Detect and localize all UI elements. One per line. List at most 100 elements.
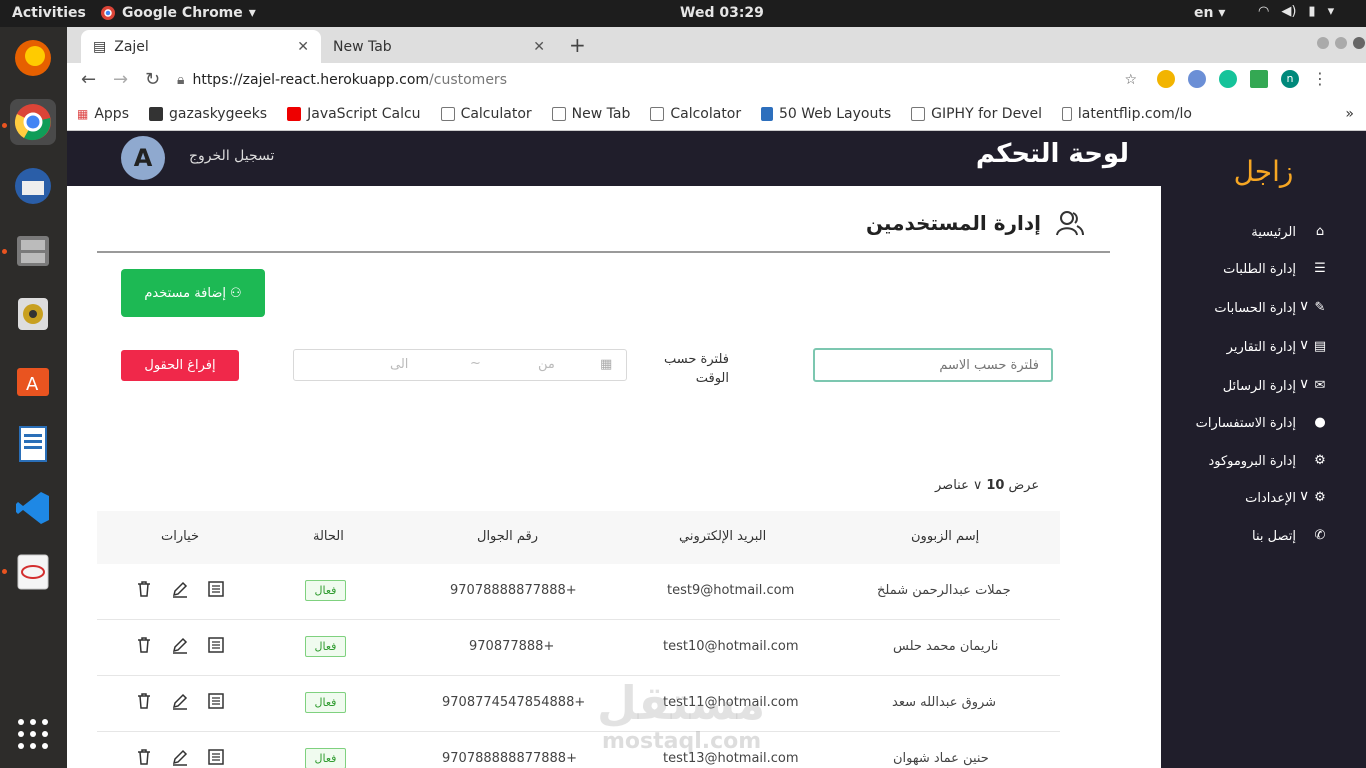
- close-icon[interactable]: ✕: [533, 39, 545, 55]
- sidebar-item-settings[interactable]: ∨ الإعدادات ⚙: [1161, 488, 1366, 512]
- bookmark-item[interactable]: JavaScript Calcu: [277, 106, 430, 122]
- bookmark-label: JavaScript Calcu: [307, 105, 421, 122]
- pdf-viewer-icon[interactable]: [10, 549, 56, 595]
- column-header-email[interactable]: البريد الإلكتروني: [679, 529, 766, 544]
- chevron-down-icon: ∨: [972, 478, 983, 493]
- address-bar[interactable]: 🔒︎ https://zajel-react.herokuapp.com/cus…: [177, 67, 1137, 93]
- mail-icon: ✉: [1314, 378, 1326, 393]
- forward-arrow-icon[interactable]: →: [113, 69, 128, 90]
- sidebar-item-reports[interactable]: ∨ إدارة التقارير ▤: [1161, 337, 1366, 361]
- bookmark-label: Calcolator: [670, 105, 742, 122]
- brand-logo[interactable]: زاجل: [1161, 155, 1366, 188]
- show-apps-icon[interactable]: [10, 711, 56, 757]
- customer-name: حنين عماد شهوان: [893, 751, 989, 766]
- activities-button[interactable]: Activities: [12, 5, 86, 21]
- bookmark-item[interactable]: Calcolator: [640, 106, 751, 122]
- bookmark-item[interactable]: GIPHY for Devel: [901, 106, 1052, 122]
- delete-icon[interactable]: [135, 636, 153, 654]
- customers-table: إسم الزبوون البريد الإلكتروني رقم الجوال…: [97, 511, 1060, 768]
- star-icon[interactable]: ☆: [1124, 72, 1137, 88]
- more-bookmarks-icon[interactable]: »: [1345, 106, 1354, 122]
- date-range-picker[interactable]: الى ~ من ▦: [293, 349, 627, 381]
- bookmark-item[interactable]: 50 Web Layouts: [751, 106, 901, 122]
- bookmark-apps[interactable]: ▦ Apps: [67, 106, 139, 122]
- launcher-dock: A: [0, 27, 67, 768]
- minimize-button[interactable]: [1317, 37, 1329, 49]
- details-icon[interactable]: [207, 748, 225, 766]
- tab-new-tab[interactable]: New Tab ✕: [321, 30, 557, 63]
- delete-icon[interactable]: [135, 748, 153, 766]
- sidebar-item-messages[interactable]: ∨ إدارة الرسائل ✉: [1161, 376, 1366, 400]
- name-filter-input[interactable]: [813, 348, 1053, 382]
- page-size-selector[interactable]: عرض 10 ∨ عناصر: [935, 478, 1039, 493]
- delete-icon[interactable]: [135, 692, 153, 710]
- customer-phone: 970877888+: [469, 639, 555, 654]
- profile-avatar[interactable]: n: [1281, 70, 1299, 88]
- bookmark-item[interactable]: gazaskygeeks: [139, 106, 277, 122]
- logout-link[interactable]: تسجيل الخروج: [189, 148, 274, 164]
- gear-icon: ⚙: [1314, 453, 1326, 468]
- date-to-placeholder: الى: [390, 357, 409, 372]
- language-indicator[interactable]: en ▾: [1194, 5, 1225, 21]
- sheets-icon[interactable]: [1250, 70, 1268, 88]
- sidebar-item-promocode[interactable]: إدارة البروموكود ⚙: [1161, 451, 1366, 475]
- status-badge: فعال: [305, 580, 346, 601]
- thunderbird-icon[interactable]: [10, 163, 56, 209]
- delete-icon[interactable]: [135, 580, 153, 598]
- close-window-button[interactable]: [1353, 37, 1365, 49]
- software-center-icon[interactable]: A: [10, 357, 56, 403]
- add-user-button[interactable]: إضافة مستخدم ⚇: [121, 269, 265, 317]
- back-arrow-icon[interactable]: ←: [81, 69, 96, 90]
- new-tab-button[interactable]: +: [569, 33, 586, 57]
- reload-icon[interactable]: ↻: [145, 69, 160, 90]
- bookmark-item[interactable]: Calculator: [431, 106, 542, 122]
- column-header-phone[interactable]: رقم الجوال: [477, 529, 538, 544]
- details-icon[interactable]: [207, 692, 225, 710]
- details-icon[interactable]: [207, 636, 225, 654]
- sidebar-item-contact[interactable]: إتصل بنا ✆: [1161, 526, 1366, 550]
- edit-icon[interactable]: [171, 748, 189, 766]
- extension-icon[interactable]: [1157, 70, 1175, 88]
- apps-grid-icon: ▦: [77, 106, 89, 121]
- column-header-name[interactable]: إسم الزبوون: [911, 529, 979, 544]
- tab-zajel[interactable]: ▤ Zajel ✕: [81, 30, 321, 63]
- libreoffice-writer-icon[interactable]: [10, 421, 56, 467]
- maximize-button[interactable]: [1335, 37, 1347, 49]
- sidebar-item-orders[interactable]: إدارة الطلبات ☰: [1161, 259, 1366, 283]
- bookmarks-bar: ▦ Apps gazaskygeeks JavaScript Calcu Calc…: [67, 97, 1366, 131]
- chevron-down-icon: ∨: [1299, 488, 1310, 504]
- wifi-icon: ◠: [1258, 4, 1270, 19]
- extension-icon[interactable]: [1188, 70, 1206, 88]
- sidebar-item-home[interactable]: الرئيسية ⌂: [1161, 222, 1366, 246]
- clear-fields-button[interactable]: إفراغ الحقول: [121, 350, 239, 381]
- bookmark-item[interactable]: latentflip.com/lo: [1052, 106, 1202, 122]
- chevron-down-icon: ▾: [248, 5, 256, 21]
- rhythmbox-icon[interactable]: [10, 291, 56, 337]
- sidebar-item-accounts[interactable]: ∨ إدارة الحسابات ✎: [1161, 298, 1366, 322]
- edit-icon[interactable]: [171, 580, 189, 598]
- sidebar-item-label: إدارة الاستفسارات: [1195, 416, 1296, 431]
- table-row: شروق عبدالله سعد test11@hotmail.com 9708…: [97, 676, 1060, 732]
- table-row: جملات عبدالرحمن شملخ test9@hotmail.com 9…: [97, 564, 1060, 620]
- wrench-icon: ✎: [1314, 300, 1326, 315]
- edit-icon[interactable]: [171, 692, 189, 710]
- system-tray[interactable]: ◠ ◀) ▮ ▾: [1258, 4, 1334, 19]
- close-icon[interactable]: ✕: [297, 39, 309, 55]
- grammarly-icon[interactable]: [1219, 70, 1237, 88]
- avatar[interactable]: A: [121, 136, 165, 180]
- edit-icon[interactable]: [171, 636, 189, 654]
- clock[interactable]: Wed 03:29: [680, 5, 764, 21]
- vscode-icon[interactable]: [10, 485, 56, 531]
- user-icon: ⚇: [230, 285, 242, 301]
- users-icon: [1056, 211, 1084, 236]
- chrome-dock-icon[interactable]: [10, 99, 56, 145]
- more-menu-icon[interactable]: ⋮: [1312, 70, 1330, 88]
- firefox-icon[interactable]: [10, 35, 56, 81]
- sidebar-item-inquiries[interactable]: إدارة الاستفسارات ●: [1161, 413, 1366, 437]
- files-icon[interactable]: [10, 227, 56, 273]
- bookmark-item[interactable]: New Tab: [542, 106, 641, 122]
- app-menu[interactable]: Google Chrome ▾: [100, 5, 256, 21]
- bookmark-label: 50 Web Layouts: [779, 105, 892, 122]
- details-icon[interactable]: [207, 580, 225, 598]
- column-header-status[interactable]: الحالة: [313, 529, 344, 544]
